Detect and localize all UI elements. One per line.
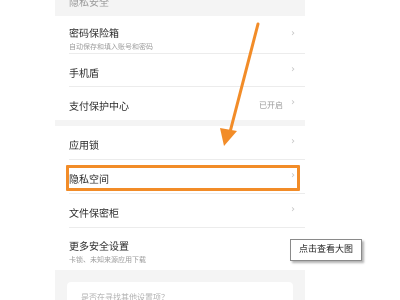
view-large-image-tooltip[interactable]: 点击查看大图 bbox=[290, 239, 363, 261]
arrow-head bbox=[220, 128, 237, 146]
arrow-shaft bbox=[227, 22, 260, 138]
highlight-box bbox=[66, 165, 300, 191]
